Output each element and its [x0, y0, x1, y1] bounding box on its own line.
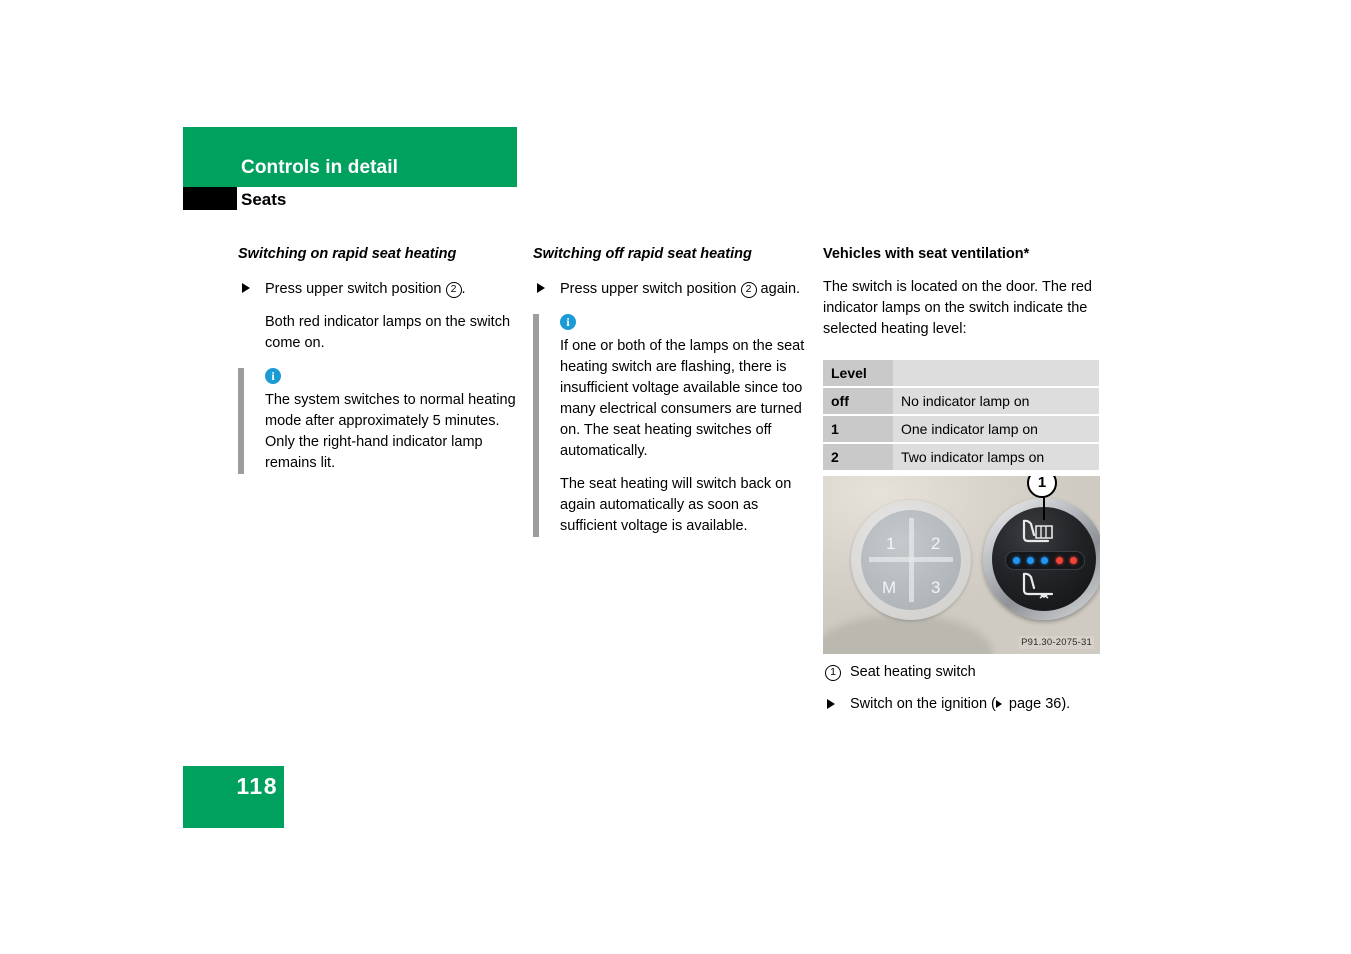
col2-note-paragraph-2: The seat heating will switch back on aga…: [560, 475, 792, 534]
figure-seat-controls: 1 2 M 3 1 P91.30-2075-31: [823, 476, 1100, 654]
note-side-bar: [533, 313, 539, 537]
seat-ventilation-icon: [1018, 571, 1070, 608]
info-icon: i: [560, 313, 576, 330]
column-switching-on: Switching on rapid seat heating Press up…: [238, 245, 516, 474]
col3-intro-text: The switch is located on the door. The r…: [823, 278, 1092, 337]
indicator-lamp-blue-2: [1027, 557, 1035, 564]
col1-heading: Switching on rapid seat heating: [238, 246, 457, 262]
page-number: 118: [236, 773, 278, 799]
indicator-lamp-blue-1: [1013, 557, 1021, 564]
memory-label-3: 3: [931, 578, 941, 597]
memory-switch-face: 1 2 M 3: [861, 510, 961, 610]
col1-note-paragraph-1: The system switches to normal heating mo…: [265, 391, 516, 471]
col2-step-press-switch: Press upper switch position 2 again.: [533, 279, 811, 300]
indicator-lamp-red-2: [1069, 557, 1077, 564]
indicator-lamp-blue-3: [1041, 557, 1049, 564]
figure-image-code: P91.30-2075-31: [1019, 636, 1094, 649]
memory-switch-graphic: 1 2 M 3: [851, 500, 971, 620]
column-switching-off: Switching off rapid seat heating Press u…: [533, 245, 811, 537]
step-triangle-icon: [537, 282, 545, 293]
action-text-post: page 36).: [1004, 696, 1071, 713]
table-cell-description: Two indicator lamps on: [893, 442, 1099, 470]
col2-step-text-post: again.: [756, 280, 801, 297]
step-triangle-icon: [827, 699, 835, 710]
figure-caption-block: 1 Seat heating switch Switch on the igni…: [823, 662, 1103, 726]
step-triangle-icon: [242, 282, 250, 293]
caption-label-text: Seat heating switch: [850, 664, 976, 680]
info-icon: i: [265, 367, 281, 384]
indicator-lamp-red-1: [1055, 557, 1063, 564]
seat-heating-icon: [1018, 517, 1070, 554]
column-seat-ventilation: Vehicles with seat ventilation* The swit…: [823, 245, 1101, 470]
caption-action-ignition: Switch on the ignition ( page 36).: [823, 694, 1103, 715]
table-cell-level: off: [823, 386, 893, 416]
col1-step-press-switch: Press upper switch position 2.: [238, 279, 516, 300]
chapter-title: Controls in detail: [241, 157, 398, 178]
col1-step-text-pre: Press upper switch position: [265, 280, 446, 297]
cross-reference-arrow-icon: [995, 700, 1002, 709]
circled-number-2: 2: [445, 281, 462, 298]
col1-note-box: i The system switches to normal heating …: [238, 367, 516, 474]
col3-heading: Vehicles with seat ventilation*: [823, 246, 1030, 262]
note-side-bar: [238, 367, 244, 474]
action-text-pre: Switch on the ignition (: [850, 696, 996, 713]
circled-number-2: 2: [740, 281, 757, 298]
caption-seat-heating-switch: 1 Seat heating switch: [823, 662, 1103, 683]
table-header-row: Level: [823, 359, 1099, 388]
circled-number-1: 1: [825, 665, 841, 681]
section-title: Seats: [241, 190, 287, 209]
table-cell-level: 2: [823, 442, 893, 470]
col2-heading: Switching off rapid seat heating: [533, 246, 752, 262]
col2-step-text-pre: Press upper switch position: [560, 280, 741, 297]
table-row: off No indicator lamp on: [823, 386, 1099, 416]
chapter-header-band: Controls in detail: [183, 127, 517, 187]
table-row: 1 One indicator lamp on: [823, 414, 1099, 444]
heating-level-table: Level off No indicator lamp on 1 One ind…: [823, 359, 1099, 470]
col2-note-paragraph-1: If one or both of the lamps on the seat …: [560, 337, 805, 459]
table-cell-description: No indicator lamp on: [893, 386, 1099, 416]
table-row: 2 Two indicator lamps on: [823, 442, 1099, 470]
seat-heating-switch-face: [992, 507, 1096, 611]
seat-heating-switch-graphic: [983, 498, 1100, 620]
col2-note-box: i If one or both of the lamps on the sea…: [533, 313, 811, 537]
indicator-lamp-strip: [1005, 551, 1085, 570]
col1-result-text: Both red indicator lamps on the switch c…: [265, 313, 511, 351]
section-tab-marker: [183, 187, 237, 210]
table-cell-description: One indicator lamp on: [893, 414, 1099, 444]
memory-label-1: 1: [886, 534, 896, 553]
memory-label-2: 2: [931, 534, 941, 553]
memory-cross-horizontal: [869, 557, 953, 562]
table-header-blank: [893, 359, 1099, 388]
memory-label-m: M: [882, 578, 897, 597]
table-cell-level: 1: [823, 414, 893, 444]
col1-step-text-post: .: [461, 280, 466, 297]
table-header-level: Level: [823, 359, 893, 388]
